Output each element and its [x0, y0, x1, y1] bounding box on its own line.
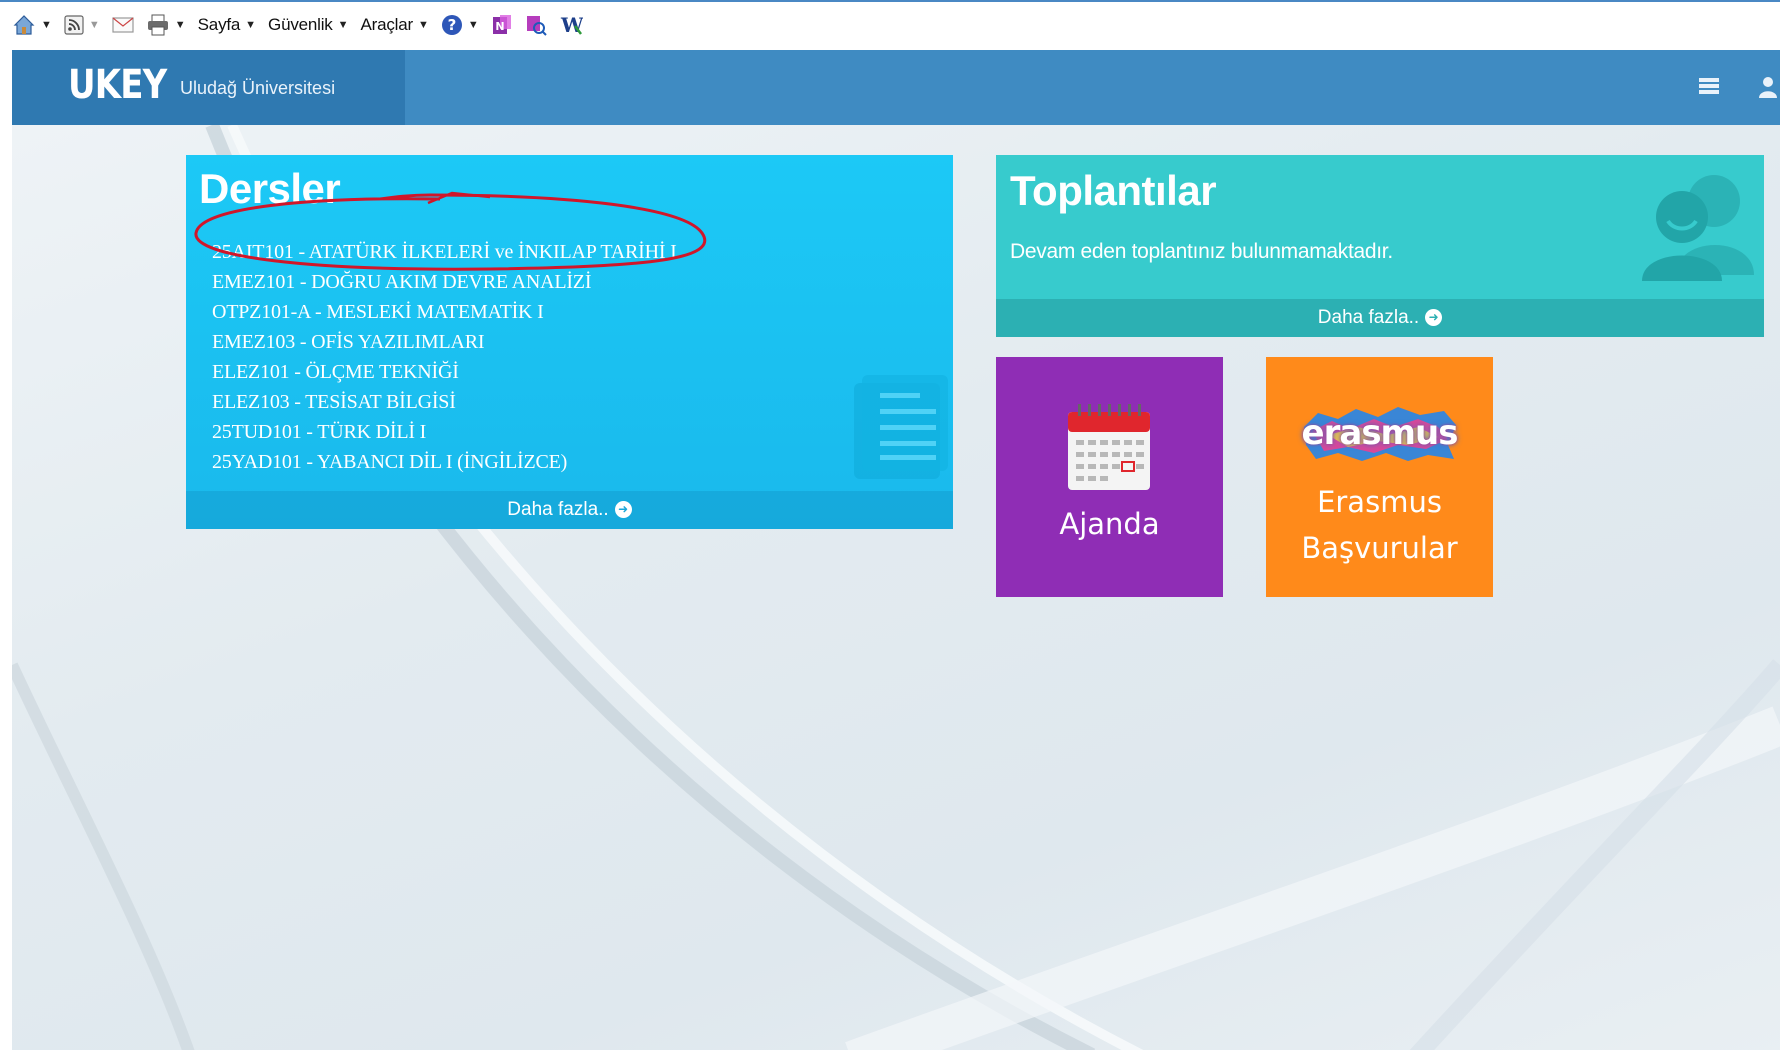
- course-link[interactable]: 25YAD101 - YABANCI DİL I (İNGİLİZCE): [212, 447, 677, 477]
- erasmus-logo: erasmus: [1298, 405, 1461, 463]
- chevron-down-icon: ▼: [245, 19, 257, 31]
- more-label: Daha fazla..: [1317, 307, 1420, 328]
- svg-text:N: N: [495, 20, 504, 33]
- word-icon: W: [560, 14, 583, 36]
- course-link[interactable]: OTPZ101-A - MESLEKİ MATEMATİK I: [212, 297, 677, 327]
- print-icon: [147, 14, 168, 36]
- calendar-icon: [1068, 404, 1150, 490]
- erasmus-label-line2: Başvurular: [1301, 531, 1458, 565]
- menu-sayfa[interactable]: Sayfa ▼: [198, 15, 256, 35]
- erasmus-logo-text: erasmus: [1301, 413, 1459, 453]
- onenote-icon: N: [492, 15, 511, 34]
- course-link[interactable]: ELEZ103 - TESİSAT BİLGİSİ: [212, 387, 677, 417]
- chevron-down-icon[interactable]: ▼: [175, 19, 186, 31]
- chevron-down-icon: ▼: [417, 19, 429, 31]
- agenda-label: Ajanda: [1059, 507, 1160, 541]
- courses-more-link[interactable]: Daha fazla.. ➜: [186, 491, 953, 529]
- meetings-title: Toplantılar: [1010, 167, 1217, 214]
- meetings-tile: Toplantılar Devam eden toplantınız bulun…: [996, 155, 1764, 337]
- addon-onenote-button[interactable]: N: [491, 14, 513, 36]
- user-icon[interactable]: [1758, 76, 1778, 98]
- toolbar-top-border: [0, 0, 1780, 2]
- brand-block[interactable]: UKEY Uludağ Üniversitesi: [12, 50, 405, 125]
- chevron-down-icon: ▼: [337, 19, 349, 31]
- document-icon: [854, 375, 948, 479]
- help-icon: ?: [441, 15, 462, 35]
- more-label: Daha fazla..: [507, 499, 609, 520]
- addon-word-button[interactable]: W: [559, 14, 583, 36]
- erasmus-label-line1: Erasmus: [1317, 485, 1442, 519]
- agenda-tile[interactable]: Ajanda: [996, 357, 1223, 597]
- addon-research-button[interactable]: [525, 14, 547, 36]
- menu-guvenlik[interactable]: Güvenlik ▼: [268, 15, 348, 35]
- course-link[interactable]: EMEZ101 - DOĞRU AKIM DEVRE ANALİZİ: [212, 267, 677, 297]
- menu-label: Araçlar: [360, 15, 413, 34]
- chevron-down-icon[interactable]: ▼: [41, 19, 52, 31]
- course-link[interactable]: 25AIT101 - ATATÜRK İLKELERİ ve İNKILAP T…: [212, 237, 677, 267]
- university-name: Uludağ Üniversitesi: [180, 78, 336, 98]
- browser-command-bar: ▼ ▼ ▼ Sayfa ▼ Güvenlik ▼ Araçlar ▼ ? ▼ N…: [0, 0, 1780, 50]
- course-link[interactable]: 25TUD101 - TÜRK DİLİ I: [212, 417, 677, 447]
- feeds-button[interactable]: ▼: [64, 15, 100, 35]
- menu-label: Sayfa: [197, 15, 241, 34]
- people-icon: [1642, 175, 1754, 281]
- help-button[interactable]: ? ▼: [441, 14, 479, 36]
- home-button[interactable]: ▼: [12, 13, 52, 37]
- erasmus-tile[interactable]: erasmus Erasmus Başvurular: [1266, 357, 1493, 597]
- home-icon: [13, 15, 35, 35]
- arrow-right-circle-icon: ➜: [614, 501, 632, 519]
- chevron-down-icon[interactable]: ▼: [89, 19, 100, 31]
- svg-text:?: ?: [447, 16, 456, 34]
- print-button[interactable]: ▼: [146, 14, 186, 36]
- courses-tile: Dersler 25AIT101 - ATATÜRK İLKELERİ ve İ…: [186, 155, 953, 529]
- app-header: UKEY Uludağ Üniversitesi: [12, 50, 1780, 125]
- list-menu-icon[interactable]: [1698, 76, 1720, 96]
- meetings-description: Devam eden toplantınız bulunmamaktadır.: [1010, 240, 1393, 263]
- ukey-logo: UKEY: [68, 62, 167, 108]
- course-link[interactable]: ELEZ101 - ÖLÇME TEKNİĞİ: [212, 357, 677, 387]
- courses-title: Dersler: [199, 165, 341, 212]
- course-link[interactable]: EMEZ103 - OFİS YAZILIMLARI: [212, 327, 677, 357]
- menu-label: Güvenlik: [268, 15, 333, 34]
- chevron-down-icon: ▼: [467, 19, 479, 31]
- rss-icon: [64, 15, 84, 35]
- mail-icon: [112, 17, 134, 33]
- menu-araclar[interactable]: Araçlar ▼: [360, 15, 428, 35]
- meetings-more-link[interactable]: Daha fazla.. ➜: [996, 299, 1764, 337]
- research-icon: [526, 16, 547, 36]
- bottom-border: [0, 1050, 1780, 1061]
- course-list: 25AIT101 - ATATÜRK İLKELERİ ve İNKILAP T…: [212, 237, 677, 477]
- read-mail-button[interactable]: [112, 16, 134, 34]
- arrow-right-circle-icon: ➜: [1425, 309, 1443, 327]
